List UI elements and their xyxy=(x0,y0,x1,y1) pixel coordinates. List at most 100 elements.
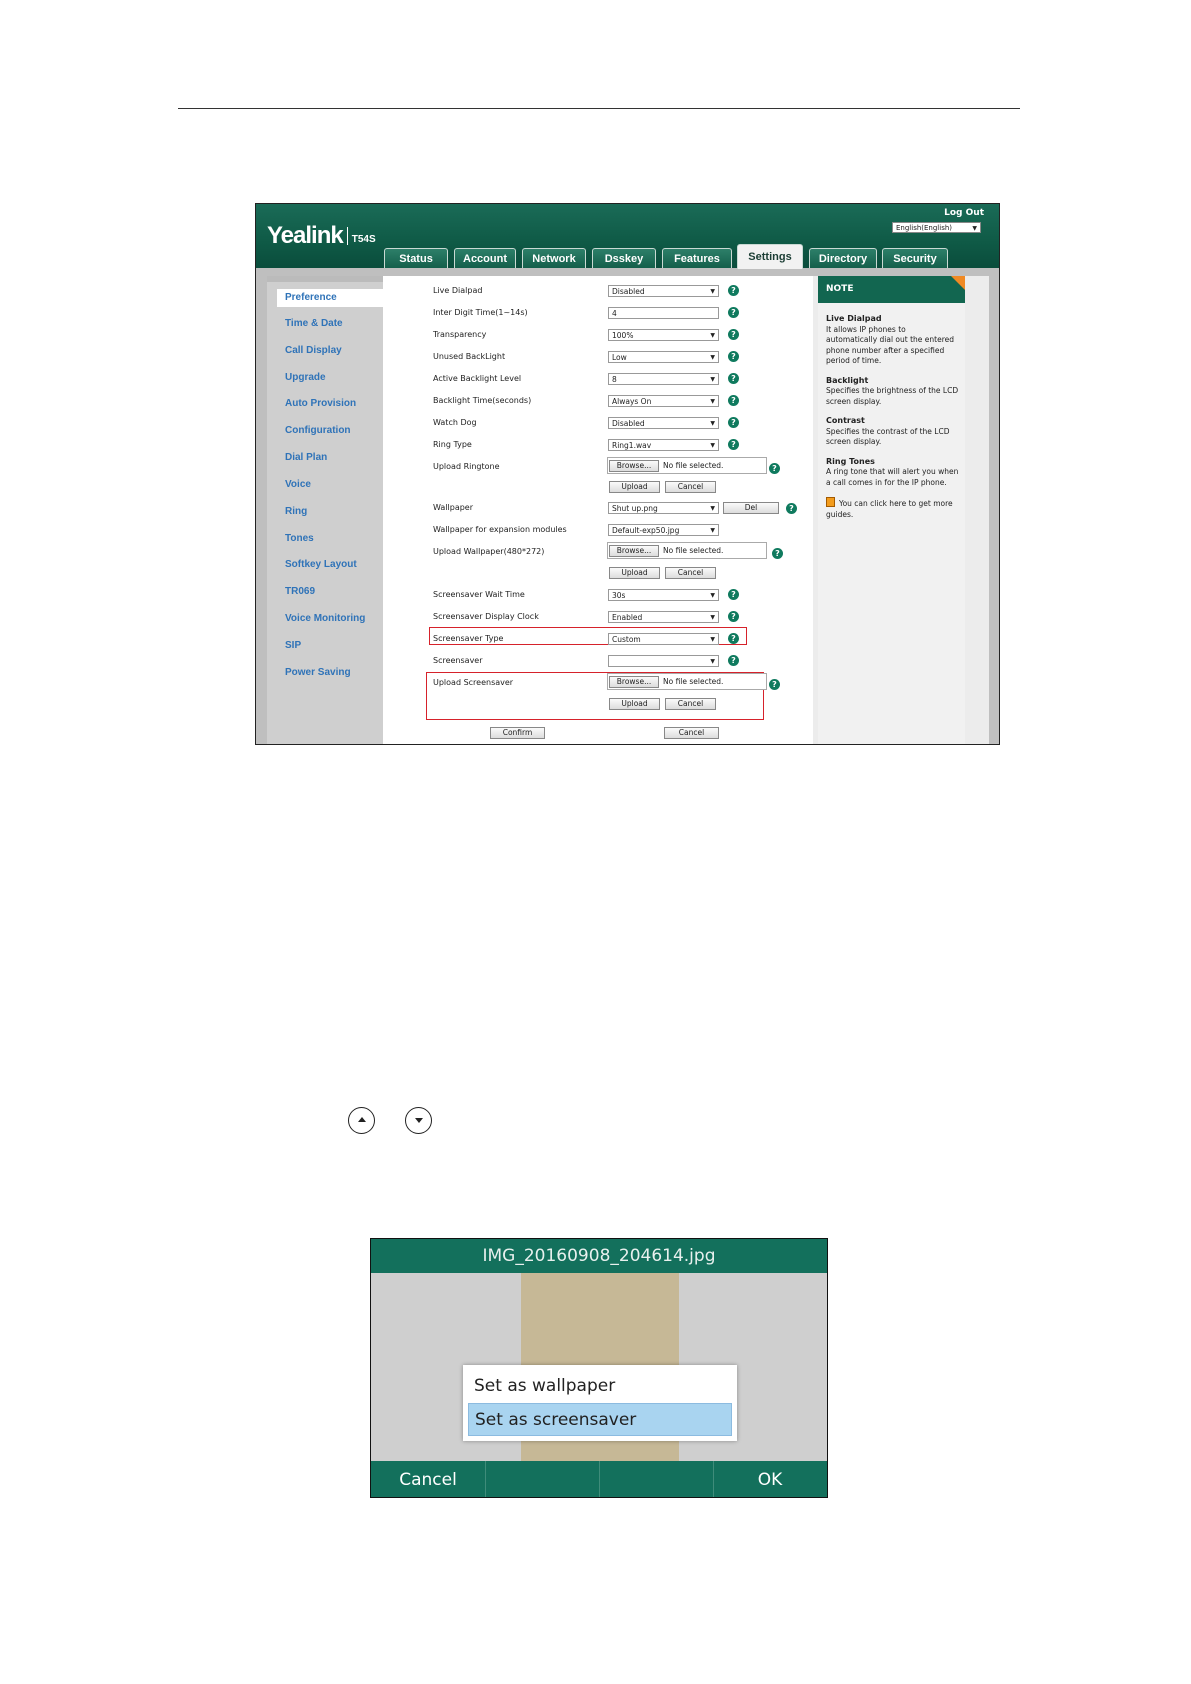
help-icon[interactable]: ? xyxy=(728,633,739,644)
sidebar-item-ring[interactable]: Ring xyxy=(285,506,307,517)
browse-screensaver-button[interactable]: Browse... xyxy=(609,676,659,688)
unused-backlight-select[interactable]: Low ▼ xyxy=(608,351,719,363)
tab-network[interactable]: Network xyxy=(522,248,586,268)
tab-settings[interactable]: Settings xyxy=(737,244,803,269)
cancel-ringtone-button[interactable]: Cancel xyxy=(665,481,716,493)
help-icon[interactable]: ? xyxy=(728,439,739,450)
live-dialpad-select[interactable]: Disabled ▼ xyxy=(608,285,719,297)
dropdown-arrow-icon: ▼ xyxy=(710,332,715,339)
sidebar-item-call-display[interactable]: Call Display xyxy=(285,345,342,356)
dropdown-arrow-icon: ▼ xyxy=(710,420,715,427)
ring-type-select[interactable]: Ring1.wav ▼ xyxy=(608,439,719,451)
screensaver-wait-select[interactable]: 30s ▼ xyxy=(608,589,719,601)
dropdown-arrow-icon: ▼ xyxy=(710,527,715,534)
screensaver-clock-select[interactable]: Enabled ▼ xyxy=(608,611,719,623)
sidebar-item-voice[interactable]: Voice xyxy=(285,479,311,490)
softkey-3[interactable] xyxy=(600,1461,713,1497)
guide-link[interactable]: You can click here to get more guides. xyxy=(826,497,959,520)
wallpaper-file-status: No file selected. xyxy=(663,546,724,555)
wallpaper-expansion-select[interactable]: Default-exp50.jpg ▼ xyxy=(608,524,719,536)
help-icon[interactable]: ? xyxy=(728,417,739,428)
screensaver-select[interactable]: ▼ xyxy=(608,655,719,667)
cancel-button[interactable]: Cancel xyxy=(664,727,719,739)
top-bar: Yealink T54S Log Out English(English) ▼ St… xyxy=(256,204,999,269)
help-icon[interactable]: ? xyxy=(786,503,797,514)
help-icon[interactable]: ? xyxy=(728,655,739,666)
dropdown-arrow-icon: ▼ xyxy=(710,636,715,643)
help-icon[interactable]: ? xyxy=(728,307,739,318)
sidebar-item-upgrade[interactable]: Upgrade xyxy=(285,372,326,383)
help-icon[interactable]: ? xyxy=(728,285,739,296)
upload-wallpaper-button[interactable]: Upload xyxy=(609,567,660,579)
delete-wallpaper-button[interactable]: Del xyxy=(723,502,779,514)
transparency-label: Transparency xyxy=(433,330,487,339)
yealink-logo: Yealink T54S xyxy=(267,222,376,249)
help-icon[interactable]: ? xyxy=(769,463,780,474)
tab-status[interactable]: Status xyxy=(384,248,448,268)
softkey-cancel[interactable]: Cancel xyxy=(371,1461,485,1497)
help-icon[interactable]: ? xyxy=(728,589,739,600)
ring-type-label: Ring Type xyxy=(433,440,472,449)
dropdown-arrow-icon: ▼ xyxy=(710,354,715,361)
web-user-interface-screenshot: Yealink T54S Log Out English(English) ▼ St… xyxy=(255,203,1000,745)
dropdown-arrow-icon: ▼ xyxy=(710,505,715,512)
confirm-button[interactable]: Confirm xyxy=(490,727,545,739)
help-icon[interactable]: ? xyxy=(728,329,739,340)
browse-ringtone-button[interactable]: Browse... xyxy=(609,460,659,472)
logout-link[interactable]: Log Out xyxy=(944,208,984,218)
live-dialpad-label: Live Dialpad xyxy=(433,286,483,295)
screensaver-wait-label: Screensaver Wait Time xyxy=(433,590,525,599)
sidebar-item-sip[interactable]: SIP xyxy=(285,640,301,651)
help-icon[interactable]: ? xyxy=(772,548,783,559)
active-backlight-select[interactable]: 8 ▼ xyxy=(608,373,719,385)
tab-account[interactable]: Account xyxy=(454,248,516,268)
help-icon[interactable]: ? xyxy=(728,373,739,384)
sidebar-item-tones[interactable]: Tones xyxy=(285,533,314,544)
upload-ringtone-button[interactable]: Upload xyxy=(609,481,660,493)
help-icon[interactable]: ? xyxy=(769,679,780,690)
tab-directory[interactable]: Directory xyxy=(809,248,877,268)
upload-screensaver-button[interactable]: Upload xyxy=(609,698,660,710)
set-as-wallpaper-option[interactable]: Set as wallpaper xyxy=(468,1370,732,1403)
dropdown-arrow-icon: ▼ xyxy=(710,288,715,295)
watch-dog-select[interactable]: Disabled ▼ xyxy=(608,417,719,429)
sidebar-item-auto-provision[interactable]: Auto Provision xyxy=(285,398,356,409)
dropdown-arrow-icon: ▼ xyxy=(710,592,715,599)
help-icon[interactable]: ? xyxy=(728,395,739,406)
note-corner-flag xyxy=(951,276,965,290)
sidebar-item-preference[interactable]: Preference xyxy=(277,289,383,307)
image-title: IMG_20160908_204614.jpg xyxy=(371,1239,827,1273)
tab-security[interactable]: Security xyxy=(882,248,948,268)
help-icon[interactable]: ? xyxy=(728,351,739,362)
dropdown-arrow-icon: ▼ xyxy=(710,442,715,449)
sidebar-item-time-date[interactable]: Time & Date xyxy=(285,318,343,329)
screensaver-label: Screensaver xyxy=(433,656,483,665)
tab-dsskey[interactable]: Dsskey xyxy=(592,248,656,268)
sidebar-item-tr069[interactable]: TR069 xyxy=(285,586,315,597)
wallpaper-expansion-label: Wallpaper for expansion modules xyxy=(433,525,567,534)
sidebar-item-softkey-layout[interactable]: Softkey Layout xyxy=(285,559,357,570)
active-backlight-label: Active Backlight Level xyxy=(433,374,522,383)
sidebar-item-configuration[interactable]: Configuration xyxy=(285,425,351,436)
help-icon[interactable]: ? xyxy=(728,611,739,622)
preference-form: Live Dialpad Disabled ▼ ? Inter Digit Tim… xyxy=(383,276,813,744)
sidebar-item-dial-plan[interactable]: Dial Plan xyxy=(285,452,327,463)
softkey-2[interactable] xyxy=(486,1461,599,1497)
screensaver-type-select[interactable]: Custom ▼ xyxy=(608,633,719,645)
language-select[interactable]: English(English) ▼ xyxy=(892,222,981,233)
cancel-wallpaper-button[interactable]: Cancel xyxy=(665,567,716,579)
wallpaper-label: Wallpaper xyxy=(433,503,474,512)
cancel-screensaver-button[interactable]: Cancel xyxy=(665,698,716,710)
softkey-ok[interactable]: OK xyxy=(714,1461,826,1497)
set-as-screensaver-option[interactable]: Set as screensaver xyxy=(468,1403,732,1436)
transparency-select[interactable]: 100% ▼ xyxy=(608,329,719,341)
wallpaper-select[interactable]: Shut up.png ▼ xyxy=(608,502,719,514)
backlight-time-select[interactable]: Always On ▼ xyxy=(608,395,719,407)
tab-features[interactable]: Features xyxy=(662,248,732,268)
sidebar-item-power-saving[interactable]: Power Saving xyxy=(285,667,351,678)
browse-wallpaper-button[interactable]: Browse... xyxy=(609,545,659,557)
arrow-down-key-icon xyxy=(405,1107,432,1134)
inter-digit-time-input[interactable]: 4 xyxy=(608,307,719,319)
sidebar-item-voice-monitoring[interactable]: Voice Monitoring xyxy=(285,613,365,624)
inter-digit-time-label: Inter Digit Time(1~14s) xyxy=(433,308,528,317)
